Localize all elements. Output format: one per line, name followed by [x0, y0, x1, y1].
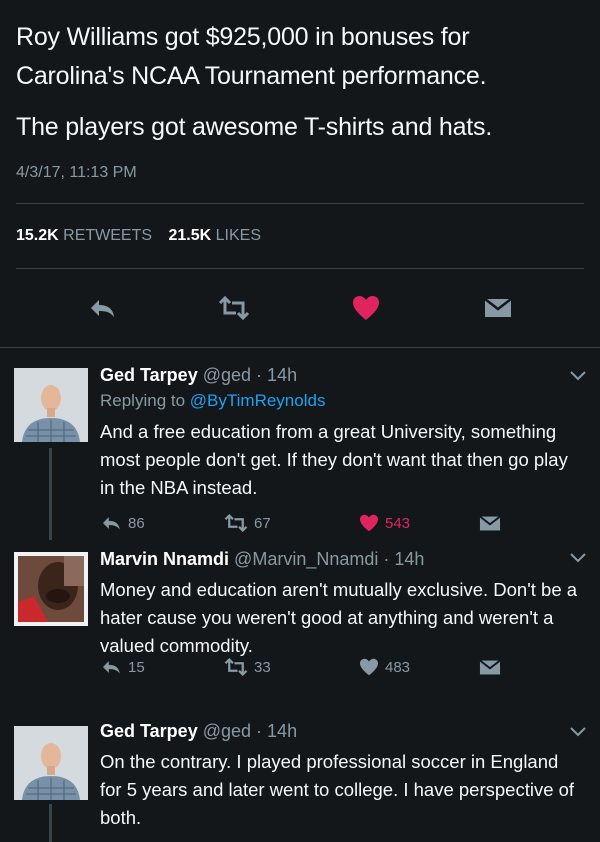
- author-handle[interactable]: @ged: [203, 365, 251, 385]
- retweet-icon[interactable]: [224, 658, 248, 676]
- like-icon[interactable]: [359, 514, 379, 532]
- tweet-text-line2: The players got awesome T-shirts and hat…: [16, 113, 493, 141]
- reply-header: Ged Tarpey @ged · 14h: [100, 718, 584, 744]
- direct-message-action[interactable]: [479, 659, 501, 676]
- retweet-action[interactable]: 67: [224, 514, 359, 532]
- direct-message-icon[interactable]: [479, 515, 501, 532]
- author-name[interactable]: Ged Tarpey: [100, 721, 198, 741]
- reply-header: Ged Tarpey @ged · 14h: [100, 362, 584, 388]
- retweets-label[interactable]: RETWEETS: [63, 227, 152, 244]
- reply-header: Marvin Nnamdi @Marvin_Nnamdi · 14h: [100, 546, 584, 572]
- author-name[interactable]: Ged Tarpey: [100, 365, 198, 385]
- like-icon[interactable]: [359, 658, 379, 676]
- retweet-count: 33: [254, 658, 271, 676]
- like-action[interactable]: 543: [359, 514, 479, 532]
- reply-body: Ged Tarpey @ged · 14h On the contrary. I…: [100, 718, 584, 832]
- reply-icon[interactable]: [100, 659, 122, 675]
- retweet-action[interactable]: 33: [224, 658, 359, 676]
- direct-message-icon[interactable]: [479, 659, 501, 676]
- replying-to: Replying to @ByTimReynolds: [100, 388, 584, 414]
- thread-line: [49, 804, 52, 842]
- reply-icon[interactable]: [100, 515, 122, 531]
- reply-count: 86: [128, 514, 145, 532]
- author-handle[interactable]: @ged: [203, 721, 251, 741]
- tweet-actions: [16, 269, 584, 347]
- tweet-timestamp[interactable]: 4/3/17, 11:13 PM: [16, 161, 584, 185]
- like-action[interactable]: 483: [359, 658, 479, 676]
- reply-tweet[interactable]: Ged Tarpey @ged · 14h Replying to @ByTim…: [0, 348, 600, 540]
- tweet-text: Roy Williams got $925,000 in bonuses for…: [16, 0, 584, 147]
- replying-to-prefix: Replying to: [100, 391, 190, 410]
- likes-count[interactable]: 21.5K: [169, 227, 212, 244]
- tweet-text-line1: Roy Williams got $925,000 in bonuses for…: [16, 23, 487, 90]
- reply-time: · 14h: [256, 365, 298, 385]
- tweet-stats: 15.2K RETWEETS 21.5K LIKES: [16, 204, 584, 268]
- reply-tweet[interactable]: Ged Tarpey @ged · 14h On the contrary. I…: [0, 708, 600, 842]
- reply-text: On the contrary. I played professional s…: [100, 751, 575, 828]
- reply-actions: 15 33 483: [100, 658, 520, 676]
- reply-time: · 14h: [256, 721, 298, 741]
- reply-action[interactable]: 86: [100, 515, 224, 532]
- replying-to-link[interactable]: @ByTimReynolds: [190, 391, 326, 410]
- thread-line: [49, 448, 52, 540]
- reply-body: Marvin Nnamdi @Marvin_Nnamdi · 14h Money…: [100, 546, 584, 660]
- reply-text: Money and education aren't mutually excl…: [100, 579, 578, 656]
- chevron-down-icon[interactable]: [570, 368, 586, 386]
- main-tweet: Roy Williams got $925,000 in bonuses for…: [0, 0, 600, 347]
- reply-action[interactable]: 15: [100, 659, 224, 676]
- likes-label[interactable]: LIKES: [216, 227, 261, 244]
- reply-actions: 86 67 543: [100, 514, 520, 532]
- author-handle[interactable]: @Marvin_Nnamdi: [234, 549, 378, 569]
- reply-time: · 14h: [383, 549, 425, 569]
- retweet-icon[interactable]: [214, 288, 254, 328]
- reply-body: Ged Tarpey @ged · 14h Replying to @ByTim…: [100, 362, 584, 502]
- like-count: 543: [385, 514, 411, 532]
- reply-count: 15: [128, 658, 145, 676]
- avatar[interactable]: [14, 726, 88, 800]
- reply-tweet[interactable]: Marvin Nnamdi @Marvin_Nnamdi · 14h Money…: [0, 540, 600, 708]
- author-name[interactable]: Marvin Nnamdi: [100, 549, 229, 569]
- reply-text: And a free education from a great Univer…: [100, 421, 568, 498]
- chevron-down-icon[interactable]: [570, 550, 586, 568]
- avatar[interactable]: [14, 368, 88, 442]
- chevron-down-icon[interactable]: [570, 724, 586, 742]
- like-count: 483: [385, 658, 411, 676]
- like-icon[interactable]: [346, 288, 386, 328]
- retweet-count: 67: [254, 514, 271, 532]
- reply-icon[interactable]: [82, 288, 122, 328]
- avatar[interactable]: [14, 552, 88, 626]
- direct-message-action[interactable]: [479, 515, 501, 532]
- direct-message-icon[interactable]: [478, 288, 518, 328]
- retweets-count[interactable]: 15.2K: [16, 227, 59, 244]
- retweet-icon[interactable]: [224, 514, 248, 532]
